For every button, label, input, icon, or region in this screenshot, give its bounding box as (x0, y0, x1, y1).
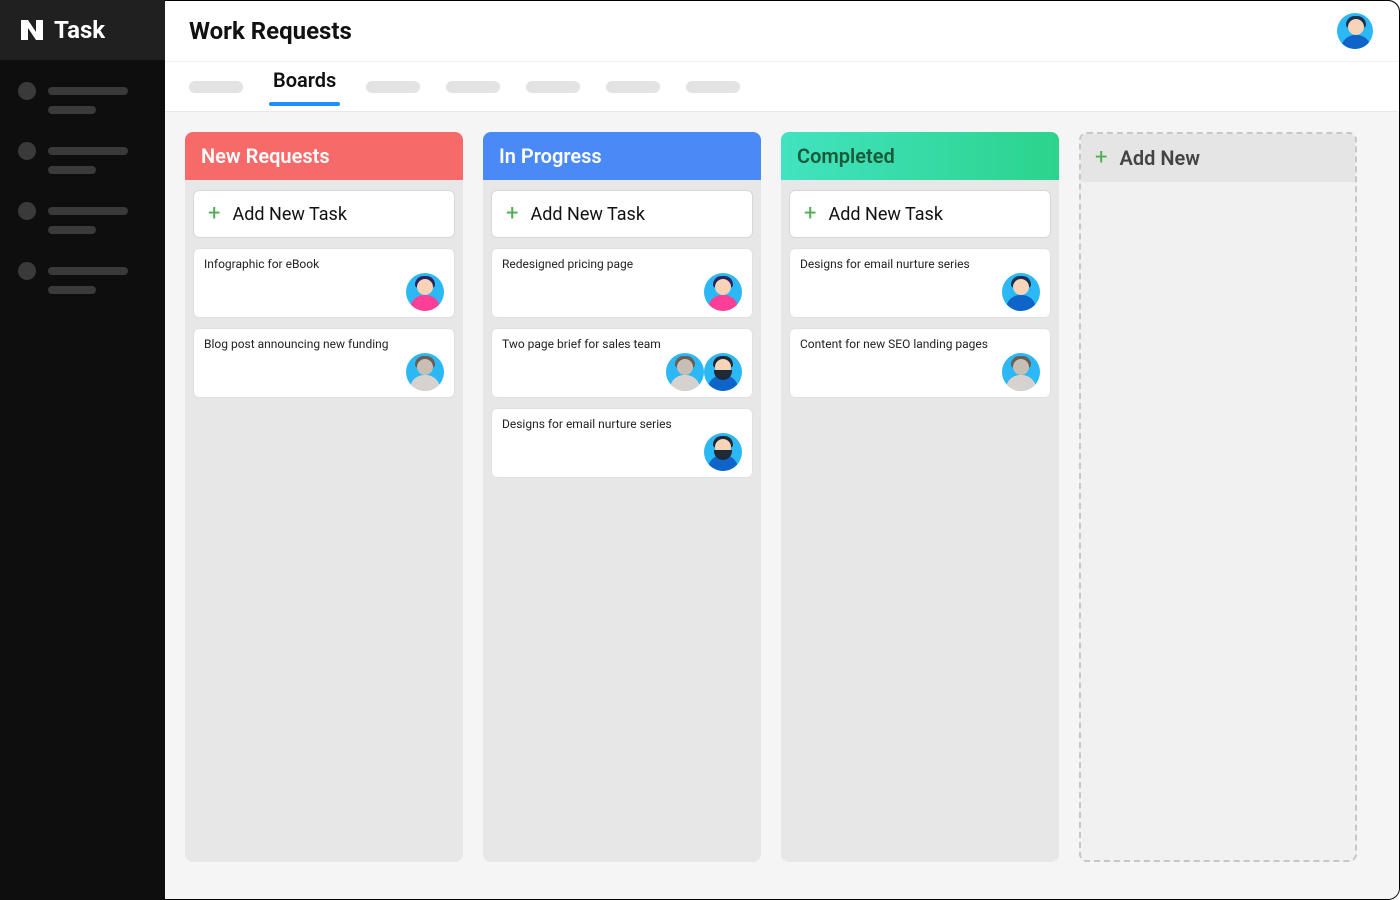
avatar-icon (704, 273, 742, 311)
column-body: + Add New Task Infographic for eBook Blo… (185, 180, 463, 408)
tab-placeholder[interactable] (686, 81, 740, 93)
add-task-button[interactable]: + Add New Task (789, 190, 1051, 238)
task-title: Redesigned pricing page (502, 257, 742, 271)
avatar-icon (704, 353, 742, 391)
tab-boards[interactable]: Boards (269, 68, 340, 106)
task-title: Infographic for eBook (204, 257, 444, 271)
plus-icon: + (506, 203, 518, 225)
nav-placeholder (48, 286, 96, 294)
column-header[interactable]: In Progress (483, 132, 761, 180)
task-avatars (800, 353, 1040, 391)
nav-placeholder (48, 226, 96, 234)
task-title: Content for new SEO landing pages (800, 337, 1040, 351)
nav-dot-icon (18, 262, 36, 280)
tab-placeholder[interactable] (446, 81, 500, 93)
sidebar-item[interactable] (18, 142, 165, 174)
task-title: Blog post announcing new funding (204, 337, 444, 351)
tab-placeholder[interactable] (189, 81, 243, 93)
task-avatars (800, 273, 1040, 311)
avatar-icon (406, 353, 444, 391)
tab-placeholder[interactable] (606, 81, 660, 93)
nav-dot-icon (18, 202, 36, 220)
task-title: Designs for email nurture series (502, 417, 742, 431)
nav-placeholder (48, 87, 128, 95)
task-avatars (502, 433, 742, 471)
add-column[interactable]: + Add New (1079, 132, 1357, 862)
column-header[interactable]: Completed (781, 132, 1059, 180)
app-logo[interactable]: Task (0, 0, 165, 60)
sidebar-nav (0, 60, 165, 294)
page-title: Work Requests (189, 17, 352, 45)
task-card[interactable]: Blog post announcing new funding (193, 328, 455, 398)
column-new-requests: New Requests + Add New Task Infographic … (185, 132, 463, 862)
task-title: Designs for email nurture series (800, 257, 1040, 271)
task-card[interactable]: Designs for email nurture series (491, 408, 753, 478)
tab-placeholder[interactable] (526, 81, 580, 93)
task-card[interactable]: Redesigned pricing page (491, 248, 753, 318)
sidebar-item[interactable] (18, 82, 165, 114)
nav-dot-icon (18, 82, 36, 100)
task-avatars (204, 353, 444, 391)
task-card[interactable]: Infographic for eBook (193, 248, 455, 318)
avatar-icon (1002, 273, 1040, 311)
sidebar-item[interactable] (18, 202, 165, 234)
add-column-label: Add New (1119, 146, 1200, 170)
logo-text: Task (54, 16, 105, 44)
task-card[interactable]: Two page brief for sales team (491, 328, 753, 398)
plus-icon: + (208, 203, 220, 225)
add-column-header[interactable]: + Add New (1081, 134, 1355, 182)
nav-placeholder (48, 166, 96, 174)
nav-dot-icon (18, 142, 36, 160)
logo-icon (18, 16, 46, 44)
column-completed: Completed + Add New Task Designs for ema… (781, 132, 1059, 862)
task-avatars (502, 273, 742, 311)
nav-placeholder (48, 106, 96, 114)
avatar-icon (1002, 353, 1040, 391)
task-avatars (204, 273, 444, 311)
sidebar: Task (0, 0, 165, 900)
add-task-button[interactable]: + Add New Task (491, 190, 753, 238)
topbar: Work Requests (165, 1, 1399, 61)
tab-placeholder[interactable] (366, 81, 420, 93)
nav-placeholder (48, 267, 128, 275)
board-area: New Requests + Add New Task Infographic … (165, 111, 1399, 899)
nav-placeholder (48, 147, 128, 155)
column-body: + Add New Task Redesigned pricing page T… (483, 180, 761, 488)
add-task-label: Add New Task (232, 204, 347, 225)
task-avatars (502, 353, 742, 391)
avatar-icon (666, 353, 704, 391)
task-card[interactable]: Content for new SEO landing pages (789, 328, 1051, 398)
avatar-icon (704, 433, 742, 471)
plus-icon: + (1095, 147, 1107, 169)
avatar-icon (406, 273, 444, 311)
plus-icon: + (804, 203, 816, 225)
task-card[interactable]: Designs for email nurture series (789, 248, 1051, 318)
tab-strip: Boards (165, 61, 1399, 111)
task-title: Two page brief for sales team (502, 337, 742, 351)
add-task-button[interactable]: + Add New Task (193, 190, 455, 238)
column-in-progress: In Progress + Add New Task Redesigned pr… (483, 132, 761, 862)
user-avatar[interactable] (1337, 13, 1373, 49)
nav-placeholder (48, 207, 128, 215)
add-task-label: Add New Task (530, 204, 645, 225)
add-task-label: Add New Task (828, 204, 943, 225)
column-header[interactable]: New Requests (185, 132, 463, 180)
main-panel: Work Requests Boards New Requests + Add … (165, 0, 1400, 900)
column-body: + Add New Task Designs for email nurture… (781, 180, 1059, 408)
sidebar-item[interactable] (18, 262, 165, 294)
